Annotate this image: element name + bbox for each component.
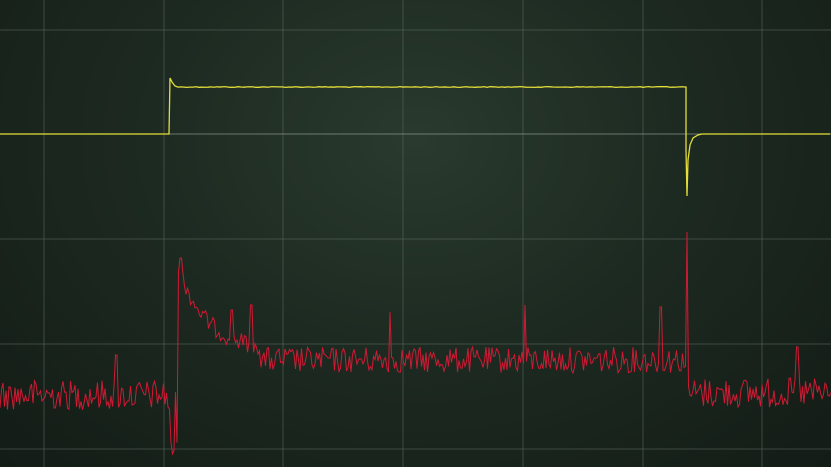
channel-1-trace — [0, 77, 830, 197]
oscilloscope-display — [0, 0, 831, 467]
channel-2-trace — [0, 231, 831, 456]
oscilloscope-screen — [0, 0, 831, 467]
